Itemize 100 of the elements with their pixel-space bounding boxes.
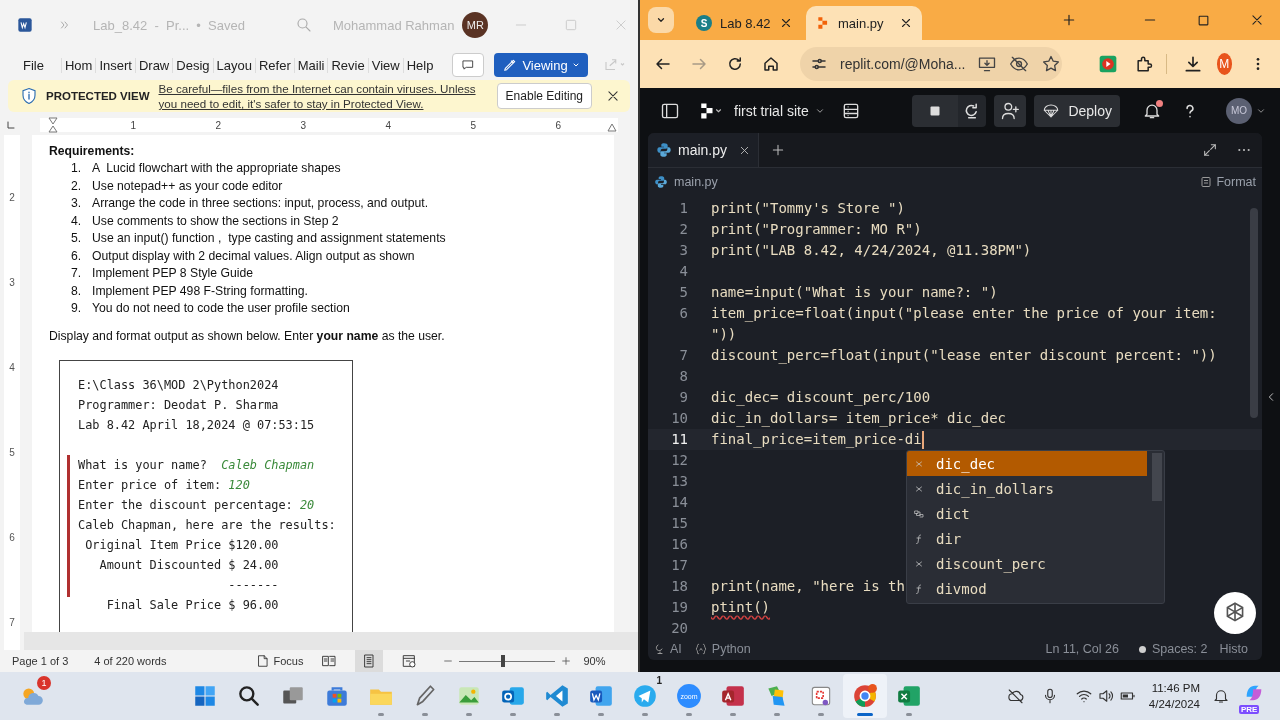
- code-line: name=input("What is your name?: "): [711, 283, 998, 302]
- code-line: print(name, "here is th: [711, 577, 905, 596]
- line-number: 18: [670, 577, 688, 596]
- ribbon-tab[interactable]: Desig: [172, 57, 213, 73]
- console-line: E:\Class 36\MOD 2\Python2024: [78, 376, 280, 394]
- line-number: 15: [670, 514, 688, 533]
- list-item-text: Use comments to show the sections in Step 2: [92, 212, 339, 230]
- word-count[interactable]: 4 of 220 words: [94, 655, 167, 667]
- ribbon-tab[interactable]: Help: [402, 57, 437, 73]
- preview-badge: PRE: [1239, 705, 1260, 714]
- ribbon-tab[interactable]: File: [18, 57, 49, 73]
- console-line: Amount Discounted $ 24.00: [98, 556, 280, 574]
- line-number: 13: [670, 472, 688, 491]
- code-line: print("Tommy's Store "): [711, 199, 905, 218]
- list-number: 6.: [71, 247, 83, 265]
- ruler-number: 5: [9, 446, 15, 460]
- user-name: Mohammad Rahman: [333, 17, 455, 33]
- document-title: Lab_8.42 - Pr... • Saved: [93, 17, 245, 33]
- user-input-text: 20: [299, 497, 315, 512]
- editor-tab[interactable]: main.py: [648, 133, 760, 167]
- suggestion-item[interactable]: divmod: [907, 576, 1147, 601]
- suggestion-item[interactable]: dict: [907, 501, 1147, 526]
- warning-link[interactable]: Be careful—files from the Internet can contain viruses. Unless you need to edit, it's safer to stay in Protected View.: [158, 81, 487, 111]
- ruler-number: 7: [9, 616, 15, 630]
- user-avatar[interactable]: MR: [462, 12, 489, 38]
- ruler-number: 5: [469, 119, 476, 131]
- ribbon-tab[interactable]: Hom: [60, 57, 96, 73]
- list-number: 4.: [71, 212, 83, 230]
- ruler-number: 4: [9, 361, 15, 375]
- protected-view-label: PROTECTED VIEW: [46, 90, 150, 102]
- language-button[interactable]: Python: [693, 642, 751, 656]
- clock-date[interactable]: 4/24/2024: [1148, 696, 1200, 712]
- format-button[interactable]: Format: [1200, 175, 1256, 189]
- user-avatar[interactable]: MO: [1226, 97, 1252, 124]
- console-line: -------: [227, 576, 280, 594]
- ai-button[interactable]: AI: [654, 642, 682, 656]
- line-number: 17: [670, 556, 688, 575]
- console-prompt-line: Enter price of item: 120: [78, 476, 251, 494]
- address-bar[interactable]: replit.com/@Moha...: [800, 47, 1062, 81]
- ruler-number: 2: [9, 191, 15, 205]
- console-prompt-line: Enter the discount percentage: 20: [78, 496, 316, 514]
- code-line: dic_dec= discount_perc/100: [711, 388, 931, 408]
- list-item-text: A Lucid flowchart with the appropriate shapes: [92, 160, 341, 177]
- viewing-button[interactable]: Viewing: [494, 53, 588, 77]
- ruler-number: 6: [9, 531, 15, 545]
- history-button[interactable]: Histo: [1219, 642, 1248, 656]
- section-heading: Requirements:: [49, 143, 136, 160]
- ribbon-tab[interactable]: Draw: [134, 57, 173, 73]
- breadcrumb[interactable]: main.py: [674, 175, 718, 189]
- line-number: 8: [678, 367, 688, 386]
- list-number: 5.: [71, 230, 83, 247]
- suggestion-item[interactable]: dic_dec: [907, 451, 1147, 476]
- tab-title: main.py: [678, 142, 728, 158]
- suggestion-item[interactable]: discount_perc: [907, 551, 1147, 576]
- user-input-text: Caleb Chapman: [221, 457, 315, 472]
- browser-tab[interactable]: main.py: [806, 6, 922, 40]
- ribbon-tab[interactable]: View: [367, 57, 403, 73]
- console-prompt-line: What is your name? Caleb Chapman: [78, 456, 316, 474]
- list-number: 8.: [71, 282, 83, 300]
- line-number: 20: [670, 619, 688, 638]
- ribbon-tab[interactable]: Revie: [327, 57, 368, 73]
- ruler-number: 3: [299, 119, 306, 131]
- line-number: 7: [678, 346, 688, 365]
- line-number: 12: [670, 451, 688, 470]
- line-number: 6: [678, 304, 688, 323]
- list-number: 3.: [71, 195, 83, 212]
- console-line: Caleb Chapman, here are the results:: [78, 516, 336, 534]
- clock-time[interactable]: 11:46 PM: [1151, 680, 1200, 696]
- user-input-text: 120: [228, 477, 250, 492]
- list-number: 7.: [71, 265, 83, 282]
- ribbon-tab[interactable]: Insert: [95, 57, 135, 73]
- profile-avatar[interactable]: M: [1216, 53, 1232, 75]
- suggestion-item[interactable]: dic_in_dollars: [907, 476, 1147, 501]
- code-line: ptint(): [711, 598, 770, 617]
- ribbon-tab[interactable]: Layou: [212, 57, 255, 73]
- enable-editing-button[interactable]: Enable Editing: [496, 83, 592, 109]
- ribbon-tab[interactable]: Maili: [293, 57, 328, 73]
- line-number: 19: [670, 598, 688, 617]
- suggestion-item[interactable]: dir: [907, 526, 1147, 551]
- list-number: 9.: [71, 300, 83, 317]
- console-line: Original Item Price $120.00: [84, 536, 280, 554]
- page-count[interactable]: Page 1 of 3: [12, 655, 69, 667]
- browser-tab[interactable]: S Lab 8.42: [686, 6, 802, 40]
- tab-title: Lab 8.42: [720, 15, 772, 31]
- url-text: replit.com/@Moha...: [840, 56, 966, 72]
- line-number: 14: [670, 493, 688, 512]
- code-line: discount_perc=float(input("lease enter discount percent: ")): [711, 346, 1217, 366]
- focus-button[interactable]: Focus: [256, 654, 304, 668]
- line-number: 16: [670, 535, 688, 554]
- ruler-number: 1: [129, 119, 136, 131]
- project-name-button[interactable]: first trial site: [734, 102, 825, 119]
- ribbon-tab[interactable]: Refer: [254, 57, 294, 73]
- zoom-level[interactable]: 90%: [583, 655, 606, 667]
- ruler-number: 6: [554, 119, 561, 131]
- line-number: 10: [670, 409, 688, 428]
- taskbar-button[interactable]: 1: [623, 674, 667, 718]
- indent-setting[interactable]: Spaces: 2: [1138, 642, 1208, 656]
- deploy-button[interactable]: Deploy: [1034, 94, 1120, 127]
- console-line: Lab 8.42 April 18,2024 @ 07:53:15: [78, 416, 316, 434]
- cursor-position[interactable]: Ln 11, Col 26: [1045, 642, 1119, 656]
